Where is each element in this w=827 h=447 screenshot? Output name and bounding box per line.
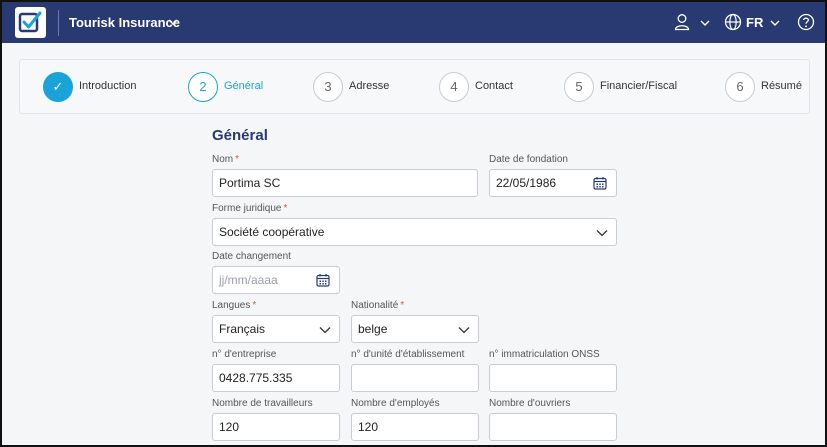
- wizard-stepper: ✓ Introduction 2 Général 3 Adresse 4 Con…: [19, 59, 810, 114]
- step-number: 2: [188, 72, 218, 102]
- nationalite-select[interactable]: belge: [351, 315, 479, 343]
- chevron-down-icon[interactable]: [699, 17, 711, 29]
- nom-input[interactable]: Portima SC: [212, 169, 478, 197]
- step-number: 5: [564, 72, 594, 102]
- step-number: 4: [439, 72, 469, 102]
- step-label: Résumé: [761, 80, 802, 92]
- chevron-down-icon: [319, 327, 331, 334]
- brand-name[interactable]: Tourisk Insurance: [69, 15, 180, 30]
- required-marker: *: [283, 203, 288, 214]
- required-marker: *: [235, 154, 240, 165]
- nb-ouvriers-label: Nombre d'ouvriers: [489, 398, 571, 409]
- date-changement-input[interactable]: jj/mm/aaaa: [212, 266, 340, 294]
- step-label: Adresse: [349, 80, 390, 92]
- brand-divider: [58, 10, 59, 36]
- n-unite-label: n° d'unité d'établissement: [351, 349, 465, 360]
- n-entreprise-input[interactable]: 0428.775.335: [212, 364, 340, 392]
- date-changement-label: Date changement: [212, 251, 291, 262]
- chevron-down-icon: [596, 230, 608, 237]
- step-label: Général: [224, 80, 264, 92]
- langues-select[interactable]: Français: [212, 315, 340, 343]
- langues-label: Langues *: [212, 300, 257, 311]
- date-fondation-input[interactable]: 22/05/1986: [489, 169, 617, 197]
- required-marker: *: [400, 300, 405, 311]
- nb-employes-input[interactable]: 120: [351, 413, 479, 441]
- logo[interactable]: [15, 7, 46, 38]
- globe-icon[interactable]: [724, 13, 742, 31]
- help-icon[interactable]: [797, 13, 815, 31]
- user-icon[interactable]: [674, 13, 690, 31]
- step-number: 3: [313, 72, 343, 102]
- section-title: Général: [212, 127, 268, 144]
- step-label: Contact: [475, 80, 513, 92]
- n-onss-label: n° immatriculation ONSS: [489, 349, 600, 360]
- chevron-down-icon[interactable]: [769, 17, 781, 29]
- nb-employes-label: Nombre d'employés: [351, 398, 440, 409]
- top-bar: Tourisk Insurance FR: [2, 2, 825, 43]
- n-entreprise-label: n° d'entreprise: [212, 349, 277, 360]
- nb-ouvriers-input[interactable]: [489, 413, 617, 441]
- app-window: Tourisk Insurance FR ✓ Introduction 2 Gé…: [0, 0, 827, 447]
- n-onss-input[interactable]: [489, 364, 617, 392]
- language-selector[interactable]: FR: [746, 15, 763, 30]
- checkbox-logo-icon: [18, 11, 42, 33]
- chevron-down-icon[interactable]: [167, 16, 179, 28]
- step-number: 6: [725, 72, 755, 102]
- calendar-icon[interactable]: [316, 273, 330, 287]
- nom-label: Nom *: [212, 154, 240, 165]
- calendar-icon[interactable]: [593, 176, 607, 190]
- step-check-icon: ✓: [43, 72, 73, 102]
- chevron-down-icon: [458, 327, 470, 334]
- step-label: Financier/Fiscal: [600, 80, 678, 92]
- required-marker: *: [252, 300, 257, 311]
- n-unite-input[interactable]: [351, 364, 479, 392]
- nb-travailleurs-label: Nombre de travailleurs: [212, 398, 313, 409]
- nb-travailleurs-input[interactable]: 120: [212, 413, 340, 441]
- date-fondation-label: Date de fondation: [489, 154, 568, 165]
- step-label: Introduction: [79, 80, 137, 92]
- forme-juridique-label: Forme juridique *: [212, 203, 288, 214]
- nationalite-label: Nationalité *: [351, 300, 405, 311]
- forme-juridique-select[interactable]: Société coopérative: [212, 218, 617, 246]
